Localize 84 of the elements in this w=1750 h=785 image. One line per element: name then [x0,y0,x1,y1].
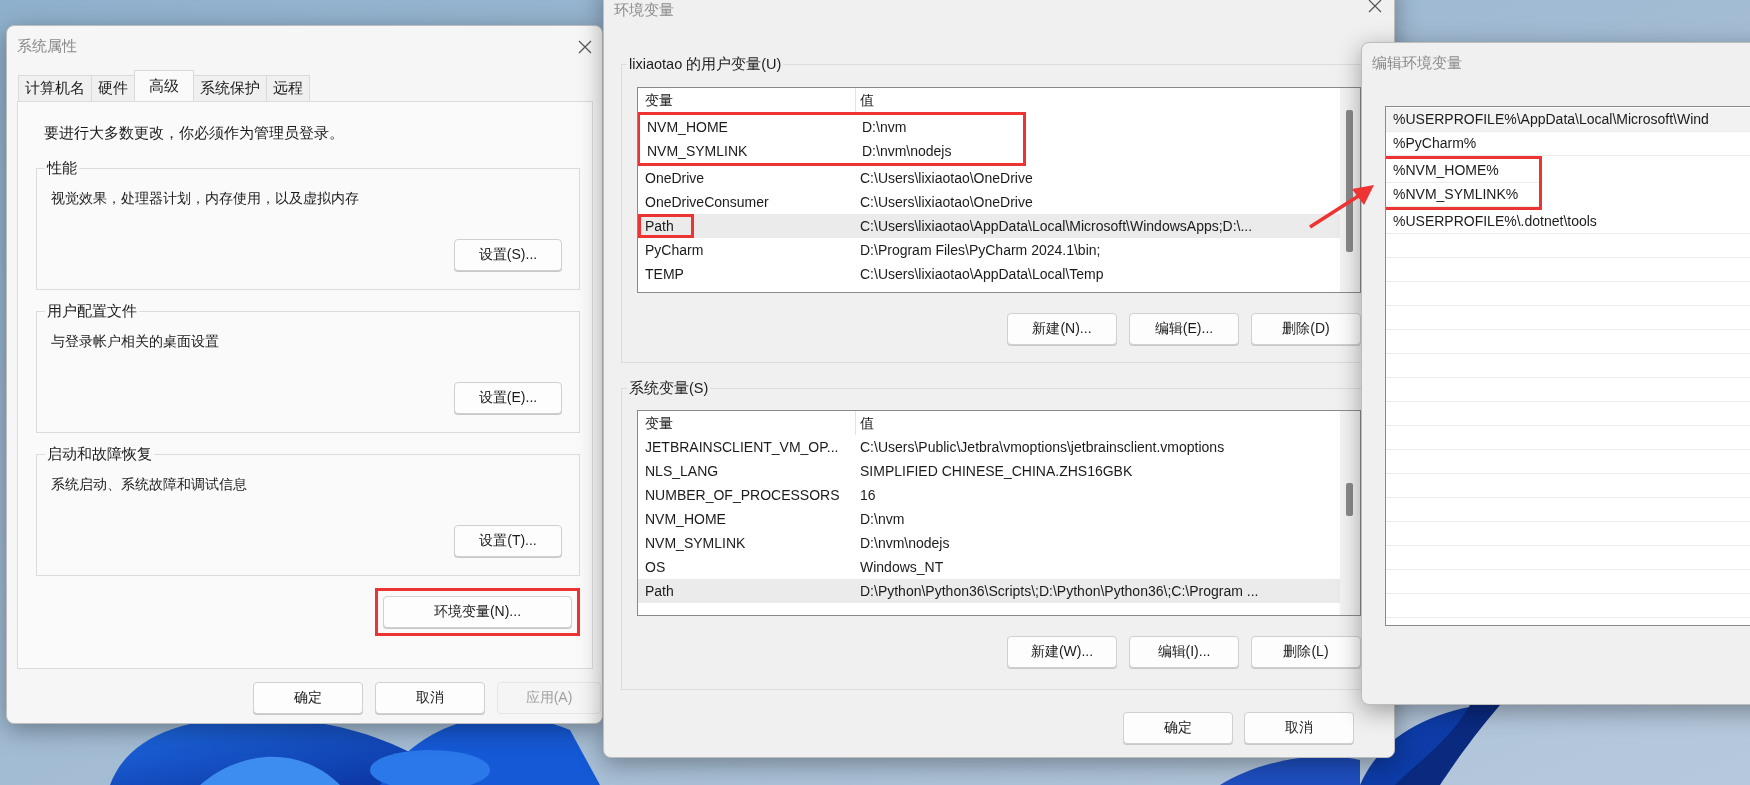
table-cell-text: C:\Users\Public\Jetbra\vmoptions\jetbrainsclient.vmoptions [859,438,1226,457]
table-cell-text: SIMPLIFIED CHINESE_CHINA.ZHS16GBK [859,462,1134,481]
list-button[interactable]: 编辑(I)... [1129,636,1239,668]
table-cell-text: C:\Users\lixiaotao\AppData\Local\Microsoft\WindowsApps;D:\... [859,217,1254,236]
table-row[interactable]: OS Windows_NT [638,555,1340,579]
notice-text: 要进行大多数更改，你必须作为管理员登录。 [44,124,345,142]
window-title: 编辑环境变量 [1372,54,1462,72]
column-header[interactable]: 变量 [638,411,855,435]
settings-button[interactable]: 设置(S)... [454,239,562,271]
table-cell-text: NVM_HOME [646,118,729,137]
dialog-button[interactable]: 取消 [375,682,485,714]
table-cell-text: D:\nvm [859,510,906,529]
table-row[interactable]: OneDrive C:\Users\lixiaotao\OneDrive [638,166,1340,190]
table-cell-text: JETBRAINSCLIENT_VM_OP... [644,438,840,457]
group-title: 性能 [45,159,78,178]
scrollbar[interactable] [1340,88,1360,292]
table-row[interactable]: NVM_SYMLINK D:\nvm\nodejs [638,531,1340,555]
table-cell-text: D:\nvm\nodejs [859,534,951,553]
list-button[interactable]: 新建(W)... [1007,636,1117,668]
group-description: 视觉效果，处理器计划，内存使用，以及虚拟内存 [51,189,360,207]
group-description: 与登录帐户相关的桌面设置 [51,332,220,350]
table-cell-text: OneDriveConsumer [644,193,770,212]
table-row[interactable]: NUMBER_OF_PROCESSORS 16 [638,483,1340,507]
table-cell-text: NLS_LANG [644,462,720,481]
table-cell-text: NVM_SYMLINK [644,534,747,553]
tab[interactable]: 计算机名 [18,75,92,101]
group-title: 系统变量(S) [628,379,710,398]
table-cell-text: Path [644,582,675,601]
table-cell-text: D:\nvm\nodejs [861,142,953,161]
group-title: 启动和故障恢复 [46,445,153,464]
group-title: 用户配置文件 [46,302,138,321]
list-item[interactable]: %PyCharm% [1386,132,1750,156]
table-cell-text: NVM_HOME [644,510,727,529]
settings-button[interactable]: 设置(E)... [454,382,562,414]
list-item[interactable]: %NVM_SYMLINK% [1386,183,1539,207]
table-row[interactable]: NVM_SYMLINK D:\nvm\nodejs [640,139,1023,163]
environment-variables-button[interactable]: 环境变量(N)... [383,596,572,628]
table-cell-text: PyCharm [644,241,705,260]
dialog-button[interactable]: 确定 [253,682,363,714]
table-cell-text: TEMP [644,265,685,284]
scrollbar[interactable] [1340,411,1360,615]
table-cell-text: OS [644,558,667,577]
list-button[interactable]: 新建(N)... [1007,313,1117,345]
table-cell-text: NUMBER_OF_PROCESSORS [644,486,841,505]
window-title: 系统属性 [17,37,77,55]
list-button[interactable]: 编辑(E)... [1129,313,1239,345]
table-row[interactable]: NVM_HOME D:\nvm [638,507,1340,531]
dialog-button[interactable]: 取消 [1244,712,1354,744]
column-header[interactable]: 变量 [638,88,855,112]
group-description: 系统启动、系统故障和调试信息 [51,475,248,493]
table-cell-text: OneDrive [644,169,706,188]
table-row[interactable]: OneDriveConsumer C:\Users\lixiaotao\OneDrive [638,190,1340,214]
list-button[interactable]: 删除(D) [1251,313,1361,345]
tab[interactable]: 系统保护 [193,75,267,101]
tab[interactable]: 高级 [134,70,194,101]
table-cell-text: C:\Users\lixiaotao\OneDrive [859,193,1034,212]
table-cell-text: 16 [859,486,877,505]
group-title: lixiaotao 的用户变量(U) [628,55,783,74]
close-button[interactable] [1368,0,1382,13]
table-cell-text: C:\Users\lixiaotao\OneDrive [859,169,1034,188]
window-title: 环境变量 [614,1,674,19]
table-cell-text: D:\Program Files\PyCharm 2024.1\bin; [859,241,1102,260]
dialog-button[interactable]: 确定 [1123,712,1233,744]
table-row[interactable]: Path C:\Users\lixiaotao\AppData\Local\Microsoft\WindowsApps;D:\... [638,214,1340,238]
settings-button[interactable]: 设置(T)... [454,525,562,557]
table-row[interactable]: JETBRAINSCLIENT_VM_OP... C:\Users\Public\Jetbra\vmoptions\jetbrainsclient.vmoptions [638,435,1340,459]
table-row[interactable]: NVM_HOME D:\nvm [640,115,1023,139]
table-row[interactable]: PyCharm D:\Program Files\PyCharm 2024.1\bin; [638,238,1340,262]
list-button[interactable]: 删除(L) [1251,636,1361,668]
list-item[interactable]: %NVM_HOME% [1386,159,1539,183]
list-item[interactable]: %USERPROFILE%\AppData\Local\Microsoft\Wind [1386,108,1750,132]
table-cell-text: C:\Users\lixiaotao\AppData\Local\Temp [859,265,1105,284]
table-cell-text: Windows_NT [859,558,945,577]
table-row[interactable]: NLS_LANG SIMPLIFIED CHINESE_CHINA.ZHS16GBK [638,459,1340,483]
tab[interactable]: 远程 [266,75,310,101]
close-button[interactable] [578,40,592,54]
highlighted-cell: Path [638,214,694,238]
list-item[interactable]: %USERPROFILE%\.dotnet\tools [1386,210,1750,234]
tab[interactable]: 硬件 [91,75,135,101]
table-cell-text: D:\Python\Python36\Scripts\;D:\Python\Python36\;C:\Program ... [859,582,1260,601]
table-cell-text: NVM_SYMLINK [646,142,749,161]
table-row[interactable]: Path D:\Python\Python36\Scripts\;D:\Python\Python36\;C:\Program ... [638,579,1340,603]
table-cell-text: D:\nvm [861,118,908,137]
table-row[interactable]: TEMP C:\Users\lixiaotao\AppData\Local\Temp [638,262,1340,286]
